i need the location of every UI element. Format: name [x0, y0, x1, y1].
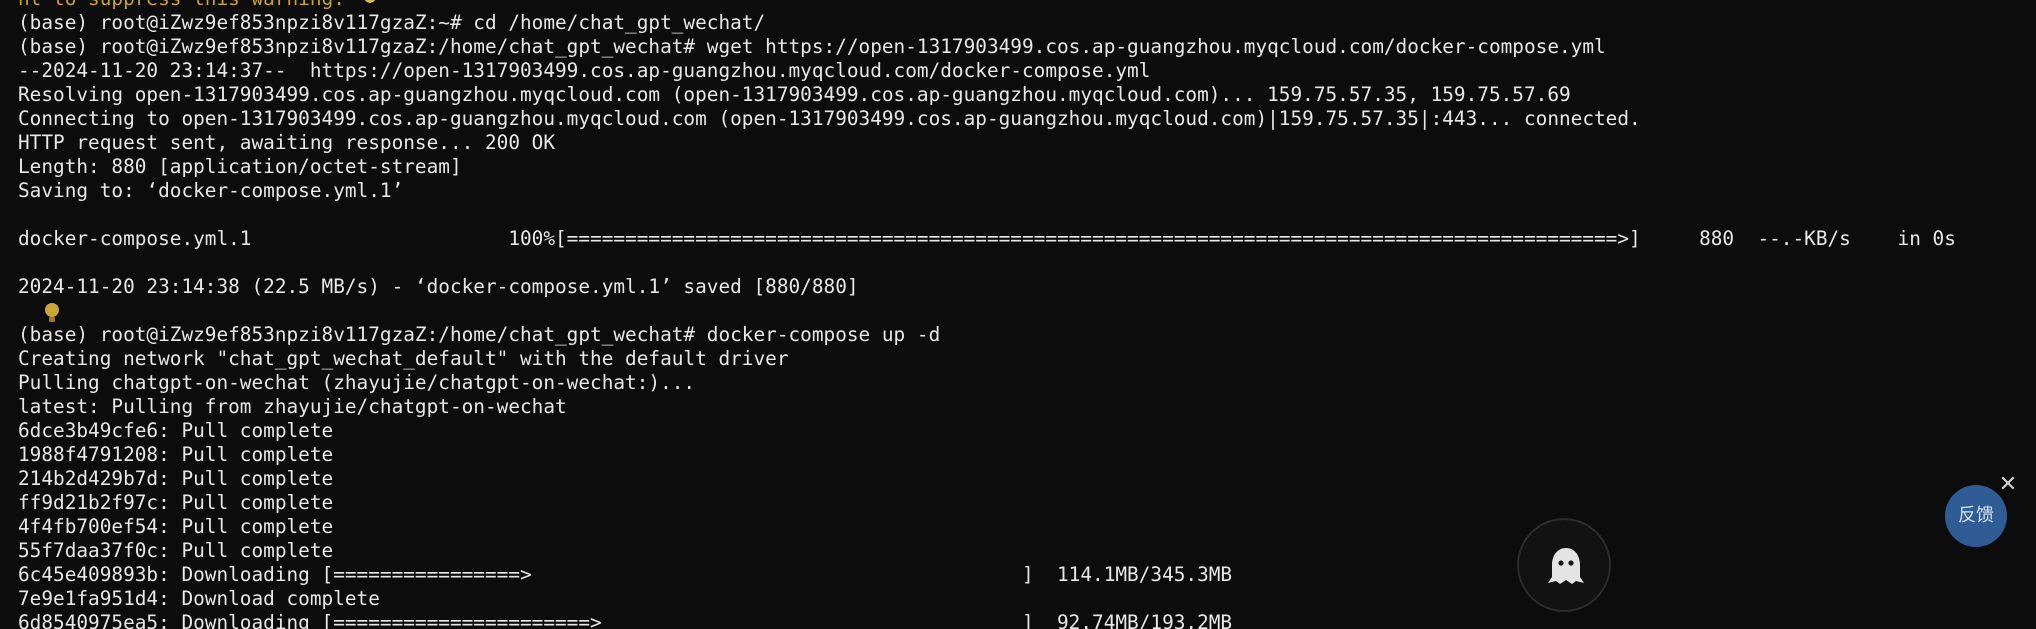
terminal-line-1: (base) root@iZwz9ef853npzi8v117gzaZ:~# c… — [18, 11, 766, 34]
terminal-window[interactable]: nt to suppress this warning. (base) root… — [0, 0, 2036, 629]
terminal-line-15: Creating network "chat_gpt_wechat_defaul… — [18, 347, 789, 370]
terminal-line-12: 2024-11-20 23:14:38 (22.5 MB/s) - ‘docke… — [18, 275, 859, 298]
terminal-line-14: (base) root@iZwz9ef853npzi8v117gzaZ:/hom… — [18, 323, 941, 346]
terminal-line-5: Connecting to open-1317903499.cos.ap-gua… — [18, 107, 1641, 130]
terminal-line-8: Saving to: ‘docker-compose.yml.1’ — [18, 179, 404, 202]
terminal-line-16: Pulling chatgpt-on-wechat (zhayujie/chat… — [18, 371, 696, 394]
terminal-line-17: latest: Pulling from zhayujie/chatgpt-on… — [18, 395, 567, 418]
terminal-line-26: 6d8540975ea5: Downloading [=============… — [18, 611, 1233, 629]
lightbulb-glass — [45, 303, 59, 317]
terminal-line-20: 214b2d429b7d: Pull complete — [18, 467, 334, 490]
terminal-line-25: 7e9e1fa951d4: Download complete — [18, 587, 380, 610]
terminal-line-7: Length: 880 [application/octet-stream] — [18, 155, 462, 178]
terminal-line-18: 6dce3b49cfe6: Pull complete — [18, 419, 334, 442]
terminal-line-3: --2024-11-20 23:14:37-- https://open-131… — [18, 59, 1151, 82]
terminal-line-19: 1988f4791208: Pull complete — [18, 443, 334, 466]
terminal-line-2: (base) root@iZwz9ef853npzi8v117gzaZ:/hom… — [18, 35, 1606, 58]
lightbulb-icon[interactable] — [362, 0, 377, 8]
terminal-line-22: 4f4fb700ef54: Pull complete — [18, 515, 334, 538]
terminal-line-4: Resolving open-1317903499.cos.ap-guangzh… — [18, 83, 1571, 106]
terminal-line-10: docker-compose.yml.1 100%[==============… — [18, 227, 1956, 250]
lightbulb-base — [49, 317, 55, 322]
terminal-line-24: 6c45e409893b: Downloading [=============… — [18, 563, 1233, 586]
ghost-assistant-button[interactable] — [1517, 518, 1611, 612]
ghost-icon — [1548, 548, 1584, 584]
terminal-text: nt to suppress this warning. — [18, 0, 345, 10]
terminal-line-23: 55f7daa37f0c: Pull complete — [18, 539, 334, 562]
lightbulb-icon[interactable] — [44, 303, 60, 323]
terminal-line-21: ff9d21b2f97c: Pull complete — [18, 491, 334, 514]
terminal-line-6: HTTP request sent, awaiting response... … — [18, 131, 556, 154]
close-icon[interactable]: ✕ — [1997, 474, 2019, 496]
terminal-line-0: nt to suppress this warning. — [18, 0, 377, 11]
